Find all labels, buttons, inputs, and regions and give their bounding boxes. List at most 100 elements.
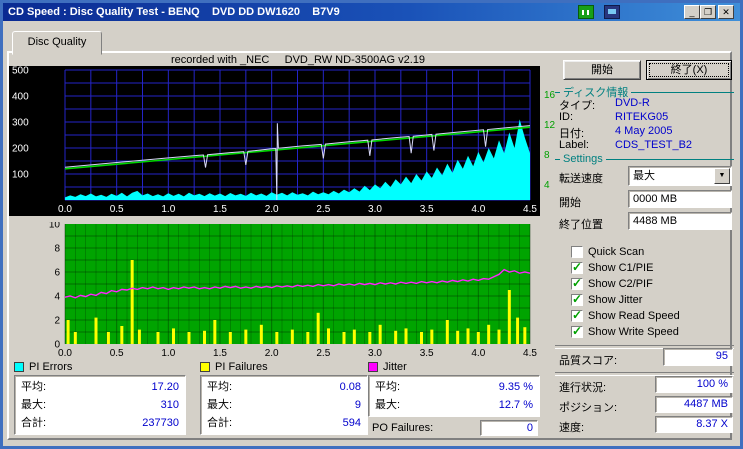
jitter-swatch-icon (368, 362, 378, 372)
checkbox-show-read-speed[interactable]: ✓ Show Read Speed (571, 309, 680, 322)
maximize-button[interactable]: ❐ (700, 5, 716, 19)
position-label: ポジション: (559, 399, 617, 415)
progress-label: 進行状況: (559, 379, 606, 395)
svg-text:0.0: 0.0 (58, 348, 72, 359)
monitor-icon[interactable] (604, 5, 620, 19)
pi-failures-stats-panel: 平均:0.08 最大:9 合計:594 (200, 375, 368, 435)
end-position-field[interactable]: 4488 MB (628, 212, 732, 230)
stat-row: 平均:0.08 (207, 379, 361, 396)
svg-text:100: 100 (12, 170, 29, 181)
window-title: CD Speed : Disc Quality Test - BENQ DVD … (3, 3, 740, 21)
po-failures-label: PO Failures: (372, 422, 433, 434)
svg-text:500: 500 (12, 66, 29, 77)
settings-header: Settings (555, 153, 734, 165)
right-axis-tick: 8 (544, 150, 550, 161)
quality-score-value: 95 (663, 348, 733, 366)
chart-icon[interactable] (578, 5, 594, 19)
checkbox-box: ✓ (571, 310, 583, 322)
cd-speed-window: CD Speed : Disc Quality Test - BENQ DVD … (0, 0, 743, 449)
start-button[interactable]: 開始 (563, 60, 641, 80)
svg-text:8: 8 (54, 244, 60, 255)
check-icon: ✓ (572, 308, 582, 322)
quality-score-label: 品質スコア: (559, 352, 617, 368)
checkbox-show-jitter[interactable]: ✓ Show Jitter (571, 293, 642, 306)
disc-id-value: RITEKG05 (615, 111, 668, 123)
svg-text:0.5: 0.5 (110, 348, 124, 359)
exit-button[interactable]: 終了(X) (646, 60, 732, 80)
stat-row: 最大:9 (207, 397, 361, 414)
speed-pie-chart: 1002003004005000.00.51.01.52.02.53.03.54… (9, 66, 540, 216)
svg-text:10: 10 (49, 222, 61, 231)
checkbox-box: ✓ (571, 262, 583, 274)
transfer-speed-label: 転送速度 (559, 170, 603, 186)
right-axis-tick: 12 (544, 120, 555, 131)
pi-failures-legend-header: PI Failures (200, 361, 268, 373)
stat-row: 最大:12.7 % (375, 397, 533, 414)
disc-label-value: CDS_TEST_B2 (615, 139, 692, 151)
stat-row: 合計:237730 (21, 415, 179, 432)
svg-text:4.5: 4.5 (523, 204, 537, 215)
recorded-with-text: recorded with _NEC DVD_RW ND-3500AG v2.1… (63, 54, 533, 66)
svg-text:0.0: 0.0 (58, 204, 72, 215)
svg-text:3.5: 3.5 (420, 204, 434, 215)
close-button[interactable]: ✕ (718, 5, 734, 19)
minimize-button[interactable]: _ (684, 5, 700, 19)
position-value: 4487 MB (655, 396, 733, 413)
start-position-label: 開始 (559, 194, 581, 210)
svg-text:1.0: 1.0 (161, 348, 175, 359)
speed-label: 速度: (559, 419, 584, 435)
svg-text:3.0: 3.0 (368, 348, 382, 359)
progress-value: 100 % (655, 376, 733, 393)
jitter-legend-header: Jitter (368, 361, 407, 373)
svg-text:2.5: 2.5 (316, 348, 330, 359)
pi-errors-legend-header: PI Errors (14, 361, 72, 373)
stat-row: 平均:17.20 (21, 379, 179, 396)
check-icon: ✓ (572, 292, 582, 306)
svg-text:1.0: 1.0 (161, 204, 175, 215)
svg-text:1.5: 1.5 (213, 204, 227, 215)
quality-pif-jitter-chart: 02468100.00.51.01.52.02.53.03.54.04.5 (9, 222, 540, 360)
checkbox-show-c1-pie[interactable]: ✓ Show C1/PIE (571, 261, 653, 274)
stat-row: 最大:310 (21, 397, 179, 414)
checkbox-show-write-speed[interactable]: ✓ Show Write Speed (571, 325, 679, 338)
svg-text:4: 4 (54, 292, 60, 303)
svg-text:4.0: 4.0 (471, 204, 485, 215)
tab-disc-quality[interactable]: Disc Quality (12, 31, 102, 55)
check-icon: ✓ (572, 276, 582, 290)
start-position-field[interactable]: 0000 MB (628, 190, 732, 208)
checkbox-quick-scan[interactable]: ✓ Quick Scan (571, 245, 644, 258)
svg-text:4.5: 4.5 (523, 348, 537, 359)
checkbox-box: ✓ (571, 278, 583, 290)
speed-value: 8.37 X (655, 416, 733, 433)
checkbox-show-c2-pif[interactable]: ✓ Show C2/PIF (571, 277, 653, 290)
svg-text:3.0: 3.0 (368, 204, 382, 215)
svg-text:3.5: 3.5 (420, 348, 434, 359)
stat-row: 平均:9.35 % (375, 379, 533, 396)
svg-text:2.5: 2.5 (316, 204, 330, 215)
pi-failures-swatch-icon (200, 362, 210, 372)
transfer-speed-value: 最大 (633, 170, 655, 182)
svg-text:400: 400 (12, 92, 29, 103)
right-axis-tick: 4 (544, 180, 550, 191)
po-failures-value: 0 (480, 420, 538, 436)
title-bar[interactable]: CD Speed : Disc Quality Test - BENQ DVD … (3, 3, 740, 21)
right-axis-tick: 16 (544, 90, 555, 101)
client-area: Disc Quality recorded with _NEC DVD_RW N… (3, 21, 740, 446)
disc-date-value: 4 May 2005 (615, 125, 672, 137)
svg-text:300: 300 (12, 118, 29, 129)
disc-type-value: DVD-R (615, 97, 650, 109)
svg-text:2: 2 (54, 316, 60, 327)
jitter-stats-panel: 平均:9.35 % 最大:12.7 % (368, 375, 540, 417)
svg-text:0.5: 0.5 (110, 204, 124, 215)
check-icon: ✓ (572, 324, 582, 338)
chevron-down-icon[interactable]: ▼ (714, 168, 730, 184)
disc-id-label: ID: (559, 111, 573, 123)
svg-text:2.0: 2.0 (265, 348, 279, 359)
check-icon: ✓ (572, 260, 582, 274)
svg-text:6: 6 (54, 268, 60, 279)
stat-row: 合計:594 (207, 415, 361, 432)
disc-label-label: Label: (559, 139, 589, 151)
transfer-speed-dropdown[interactable]: 最大 ▼ (628, 166, 732, 186)
svg-text:4.0: 4.0 (471, 348, 485, 359)
checkbox-box: ✓ (571, 246, 583, 258)
